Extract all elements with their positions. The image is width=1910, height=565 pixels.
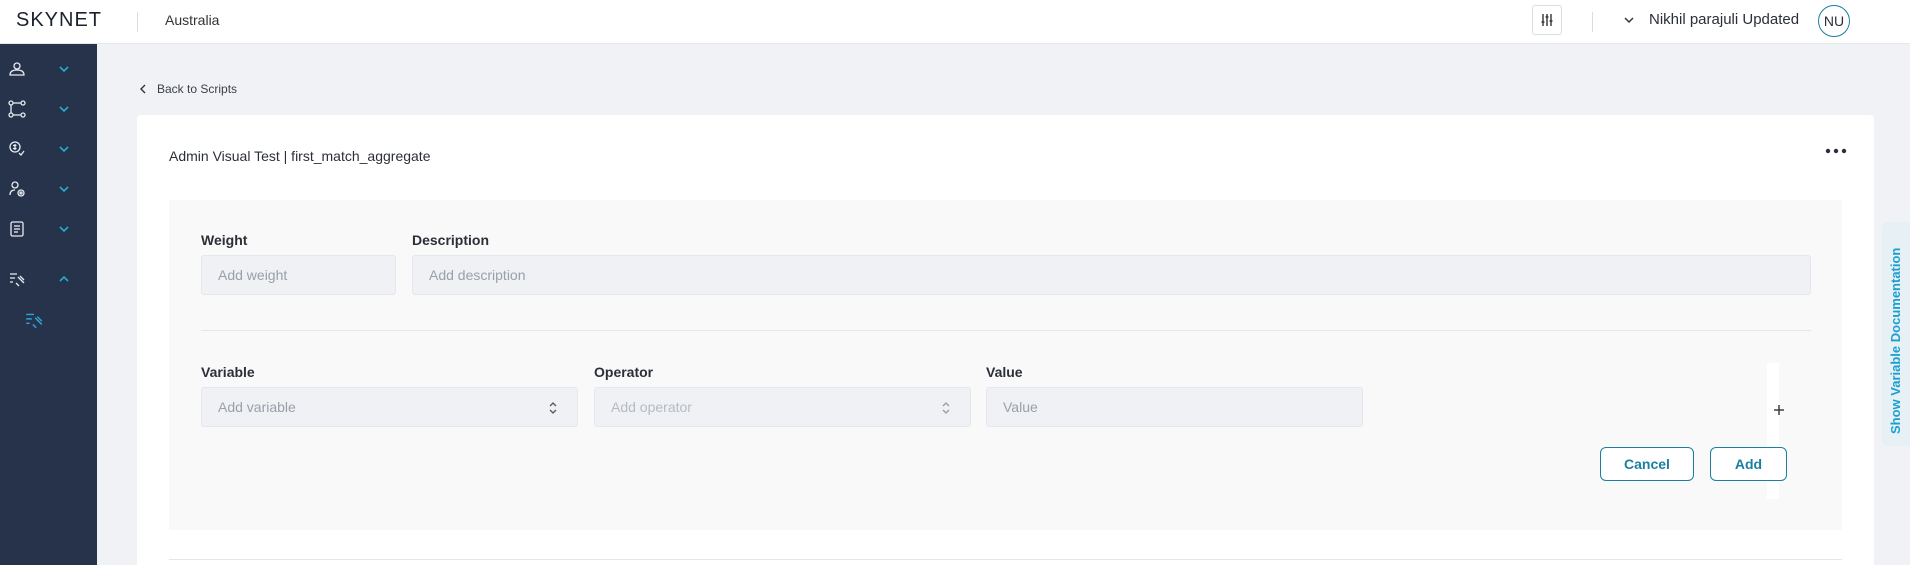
user-name[interactable]: Nikhil parajuli Updated	[1649, 11, 1799, 28]
variable-select[interactable]: Add variable	[201, 387, 578, 427]
divider	[1592, 12, 1593, 32]
select-arrows-icon	[549, 402, 557, 414]
sidebar	[0, 44, 97, 565]
select-arrows-icon	[942, 402, 950, 414]
risk-settings-icon	[9, 181, 25, 197]
operator-select[interactable]: Add operator	[594, 387, 971, 427]
value-input[interactable]: Value	[986, 387, 1363, 427]
description-input[interactable]: Add description	[412, 255, 1811, 295]
payments-icon	[9, 141, 25, 156]
add-button[interactable]: Add	[1710, 447, 1787, 481]
top-bar: SKYNET Australia Nikhil parajuli Updated…	[0, 0, 1910, 44]
chevron-down-icon	[59, 186, 69, 193]
sidebar-item-flow[interactable]	[0, 94, 97, 124]
chevron-down-icon	[59, 66, 69, 73]
side-tab-label: Show Variable Documentation	[1888, 247, 1903, 434]
value-label: Value	[986, 364, 1023, 380]
variable-placeholder: Add variable	[218, 399, 296, 415]
operator-label: Operator	[594, 364, 654, 380]
weight-input[interactable]: Add weight	[201, 255, 396, 295]
add-condition-icon[interactable]	[1772, 403, 1786, 417]
avatar[interactable]: NU	[1818, 5, 1850, 37]
sidebar-item-scripts[interactable]	[0, 264, 97, 294]
divider	[137, 12, 138, 32]
users-icon	[9, 62, 25, 76]
chevron-down-icon	[59, 226, 69, 233]
show-variable-documentation-tab[interactable]: Show Variable Documentation	[1882, 222, 1910, 446]
weight-label: Weight	[201, 232, 248, 248]
divider	[169, 559, 1842, 560]
sidebar-item-users[interactable]	[0, 54, 97, 84]
back-label: Back to Scripts	[157, 82, 238, 96]
variable-label: Variable	[201, 364, 255, 380]
settings-sliders-button[interactable]	[1532, 5, 1562, 35]
scripts-sub-icon[interactable]	[24, 310, 44, 330]
chevron-down-icon	[59, 106, 69, 113]
more-options-icon[interactable]	[1821, 141, 1851, 161]
chevron-up-icon	[59, 275, 69, 282]
operator-placeholder: Add operator	[611, 399, 692, 415]
description-label: Description	[412, 232, 490, 248]
back-to-scripts-link[interactable]: Back to Scripts	[139, 82, 237, 96]
flow-icon	[8, 100, 26, 118]
app-logo[interactable]: SKYNET	[16, 9, 102, 32]
sliders-icon	[1541, 14, 1553, 26]
sidebar-item-payments[interactable]	[0, 134, 97, 164]
document-icon	[10, 221, 24, 237]
chevron-left-icon	[140, 84, 146, 94]
scripts-icon	[10, 273, 25, 287]
script-card: Admin Visual Test | first_match_aggregat…	[137, 115, 1874, 565]
page-title: Admin Visual Test | first_match_aggregat…	[169, 148, 431, 164]
condition-row	[201, 360, 1811, 510]
chevron-down-icon[interactable]	[1622, 13, 1636, 27]
cancel-button[interactable]: Cancel	[1600, 447, 1694, 481]
rule-form-panel: Weight Add weight Description Add descri…	[169, 200, 1842, 530]
divider	[201, 330, 1811, 331]
region-label: Australia	[165, 12, 220, 28]
chevron-down-icon	[59, 146, 69, 153]
sidebar-item-risk-settings[interactable]	[0, 174, 97, 204]
sidebar-item-documents[interactable]	[0, 214, 97, 244]
